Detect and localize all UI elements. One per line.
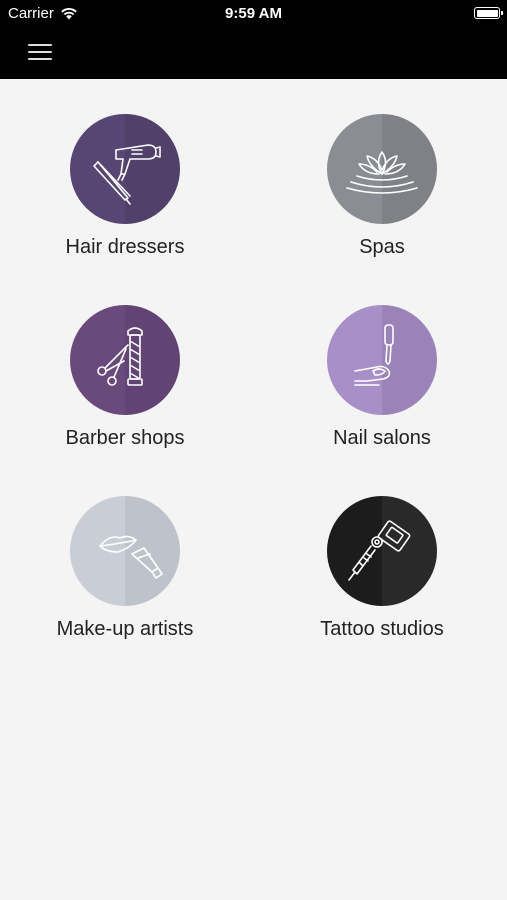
category-spas[interactable]: Spas (272, 79, 492, 259)
hair-dryer-icon (93, 144, 161, 205)
category-circle (327, 496, 437, 606)
category-label: Tattoo studios (320, 618, 444, 640)
lipstick-icon (99, 535, 163, 579)
hamburger-menu-icon[interactable] (22, 38, 58, 68)
category-label: Make-up artists (56, 618, 194, 640)
category-label: Barber shops (65, 427, 185, 449)
nail-polish-icon (354, 324, 394, 386)
category-circle (70, 496, 180, 606)
category-circle (70, 305, 180, 415)
category-tattoo-studios[interactable]: Tattoo studios (272, 461, 492, 641)
lotus-icon (346, 151, 418, 194)
barber-pole-icon (97, 327, 143, 386)
category-label: Nail salons (333, 427, 431, 449)
status-time: 9:59 AM (225, 5, 282, 22)
category-barber-shops[interactable]: Barber shops (15, 270, 235, 450)
category-make-up-artists[interactable]: Make-up artists (15, 461, 235, 641)
tattoo-machine-icon (348, 520, 411, 581)
category-circle (327, 305, 437, 415)
battery-icon (474, 7, 503, 19)
category-label: Spas (359, 236, 405, 258)
category-label: Hair dressers (65, 236, 185, 258)
category-circle (327, 114, 437, 224)
category-circle (70, 114, 180, 224)
category-hair-dressers[interactable]: Hair dressers (15, 79, 235, 259)
status-bar: Carrier 9:59 AM (0, 0, 507, 28)
category-nail-salons[interactable]: Nail salons (272, 270, 492, 450)
navigation-bar (0, 28, 507, 79)
